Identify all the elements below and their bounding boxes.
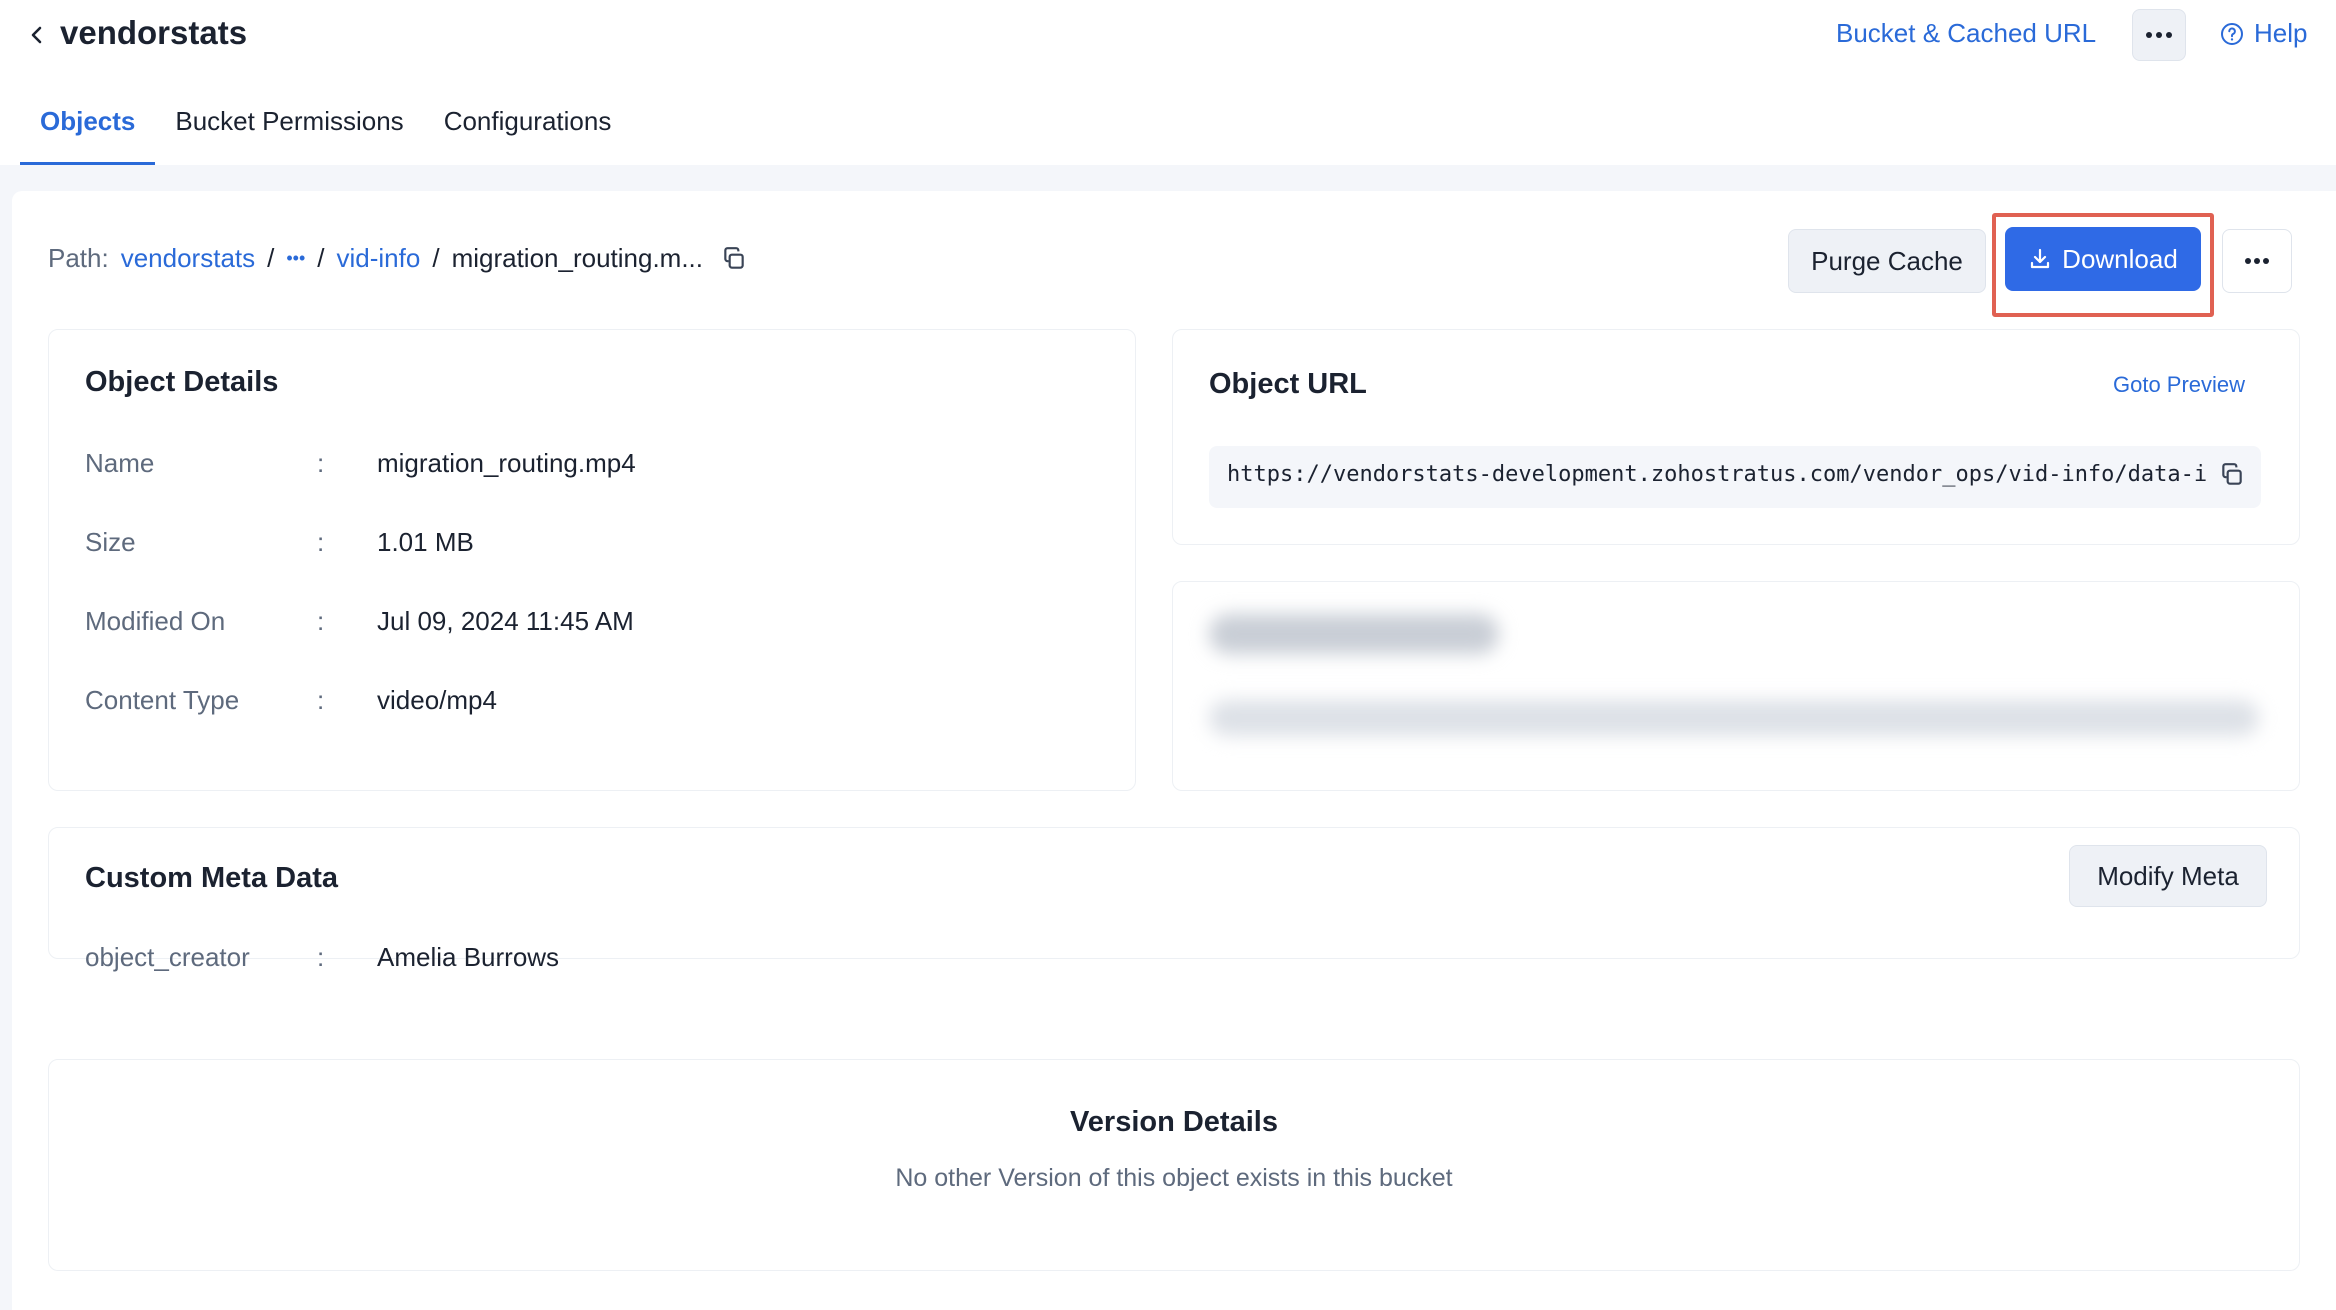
object-url-text: https://vendorstats-development.zohostra… xyxy=(1227,462,2207,487)
breadcrumb: Path: vendorstats / ••• / vid-info / mig… xyxy=(48,243,747,274)
detail-value: 1.01 MB xyxy=(377,527,474,557)
download-icon xyxy=(2031,248,2050,269)
download-button[interactable]: Download xyxy=(2005,227,2201,291)
breadcrumb-folder-link[interactable]: vid-info xyxy=(337,243,421,274)
detail-colon: : xyxy=(317,527,325,557)
help-link[interactable]: Help xyxy=(2220,18,2307,49)
detail-colon: : xyxy=(317,448,325,478)
modify-meta-button[interactable]: Modify Meta xyxy=(2069,845,2267,907)
goto-preview-link[interactable]: Goto Preview xyxy=(2113,372,2245,398)
detail-colon: : xyxy=(317,685,325,715)
breadcrumb-root-link[interactable]: vendorstats xyxy=(121,243,255,274)
detail-value: video/mp4 xyxy=(377,685,497,715)
detail-row-modified: Modified On : Jul 09, 2024 11:45 AM xyxy=(85,606,634,637)
bucket-cached-url-link[interactable]: Bucket & Cached URL xyxy=(1836,18,2096,49)
tab-objects[interactable]: Objects xyxy=(20,100,156,165)
redacted-title xyxy=(1209,614,1499,654)
version-details-title: Version Details xyxy=(1070,1106,1278,1138)
redacted-field xyxy=(1209,700,2259,736)
copy-icon xyxy=(724,246,744,269)
help-circle-icon xyxy=(2221,22,2243,45)
download-label: Download xyxy=(2062,243,2178,274)
detail-colon: : xyxy=(317,606,325,636)
custom-meta-title: Custom Meta Data xyxy=(85,862,338,894)
breadcrumb-separator: / xyxy=(432,243,440,273)
main-panel: Path: vendorstats / ••• / vid-info / mig… xyxy=(12,191,2336,1310)
version-details-message: No other Version of this object exists i… xyxy=(895,1164,1453,1192)
object-details-title: Object Details xyxy=(85,366,279,398)
detail-key: Modified On xyxy=(85,606,226,636)
breadcrumb-ellipsis[interactable]: ••• xyxy=(286,248,305,269)
detail-key: Name xyxy=(85,448,155,478)
redacted-card xyxy=(1172,581,2300,791)
detail-value: Jul 09, 2024 11:45 AM xyxy=(377,606,634,636)
object-url-field[interactable]: https://vendorstats-development.zohostra… xyxy=(1209,446,2261,508)
copy-icon xyxy=(2222,463,2242,485)
detail-value: migration_routing.mp4 xyxy=(377,448,636,478)
breadcrumb-separator: / xyxy=(267,243,275,273)
meta-key: object_creator xyxy=(85,942,250,972)
detail-key: Size xyxy=(85,527,136,557)
tab-bar: Objects Bucket Permissions Configuration… xyxy=(20,100,631,165)
tab-configurations[interactable]: Configurations xyxy=(424,100,632,165)
object-more-button[interactable] xyxy=(2222,229,2292,293)
back-button[interactable] xyxy=(20,18,54,52)
object-url-title: Object URL xyxy=(1209,368,1367,400)
help-label: Help xyxy=(2254,18,2308,48)
breadcrumb-current-file: migration_routing.m... xyxy=(451,243,704,273)
object-url-card: Object URL Goto Preview https://vendorst… xyxy=(1172,329,2300,545)
more-horizontal-icon xyxy=(2245,258,2269,264)
copy-path-button[interactable] xyxy=(721,246,747,272)
detail-row-content-type: Content Type : video/mp4 xyxy=(85,685,497,716)
meta-value: Amelia Burrows xyxy=(377,942,560,972)
path-label: Path: xyxy=(48,243,109,273)
page-title: vendorstats xyxy=(60,14,248,51)
detail-row-size: Size : 1.01 MB xyxy=(85,527,474,558)
copy-url-button[interactable] xyxy=(2219,462,2245,493)
meta-colon: : xyxy=(317,942,325,972)
object-details-card: Object Details Name : migration_routing.… xyxy=(48,329,1136,791)
top-bar: vendorstats Bucket & Cached URL Help Obj… xyxy=(0,0,2336,165)
more-horizontal-icon xyxy=(2146,32,2172,38)
purge-cache-button[interactable]: Purge Cache xyxy=(1788,229,1986,293)
detail-key: Content Type xyxy=(85,685,240,715)
detail-row-name: Name : migration_routing.mp4 xyxy=(85,448,636,479)
version-details-card: Version Details No other Version of this… xyxy=(48,1059,2300,1271)
header-more-button[interactable] xyxy=(2132,9,2186,61)
custom-meta-card: Custom Meta Data object_creator : Amelia… xyxy=(48,827,2300,972)
meta-row: object_creator : Amelia Burrows xyxy=(85,942,559,973)
tab-bucket-permissions[interactable]: Bucket Permissions xyxy=(155,100,423,165)
chevron-left-icon xyxy=(31,26,42,44)
breadcrumb-separator: / xyxy=(317,243,325,273)
